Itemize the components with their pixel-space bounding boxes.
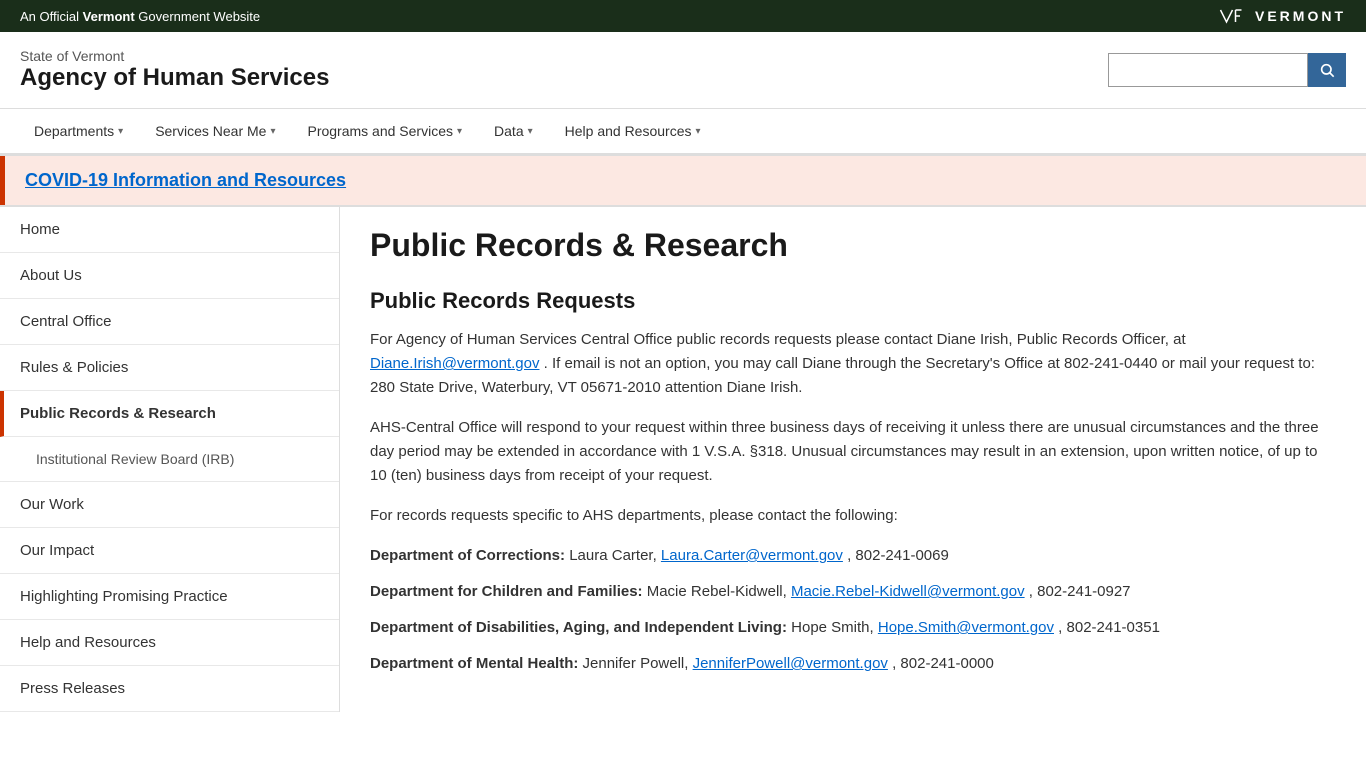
agency-name: Agency of Human Services: [20, 64, 329, 92]
para-2: AHS-Central Office will respond to your …: [370, 416, 1336, 488]
section-heading-public-records: Public Records Requests: [370, 288, 1336, 314]
sidebar-item-public-records[interactable]: Public Records & Research: [0, 391, 339, 437]
sidebar: Home About Us Central Office Rules & Pol…: [0, 207, 340, 712]
site-title: State of Vermont Agency of Human Service…: [20, 48, 329, 92]
nav-departments[interactable]: Departments ▾: [20, 109, 137, 153]
main-nav: Departments ▾ Services Near Me ▾ Program…: [0, 109, 1366, 156]
sidebar-item-press-releases[interactable]: Press Releases: [0, 666, 339, 712]
covid-banner-link[interactable]: COVID-19 Information and Resources: [25, 170, 346, 190]
vermont-logo: VERMONT: [1219, 6, 1346, 26]
state-label: State of Vermont: [20, 48, 329, 64]
chevron-down-icon: ▾: [528, 126, 533, 137]
search-form: [1108, 53, 1346, 87]
dept-disabilities-aging: Department of Disabilities, Aging, and I…: [370, 616, 1336, 640]
search-button[interactable]: [1308, 53, 1346, 87]
chevron-down-icon: ▾: [457, 126, 462, 137]
email-dail[interactable]: Hope.Smith@vermont.gov: [878, 619, 1054, 636]
sidebar-item-our-impact[interactable]: Our Impact: [0, 528, 339, 574]
sidebar-item-rules-policies[interactable]: Rules & Policies: [0, 345, 339, 391]
sidebar-item-central-office[interactable]: Central Office: [0, 299, 339, 345]
email-diane-irish[interactable]: Diane.Irish@vermont.gov: [370, 355, 539, 372]
sidebar-item-highlighting[interactable]: Highlighting Promising Practice: [0, 574, 339, 620]
email-dmh[interactable]: JenniferPowell@vermont.gov: [693, 655, 888, 672]
dept-corrections: Department of Corrections: Laura Carter,…: [370, 544, 1336, 568]
vt-logo-icon: [1219, 6, 1249, 26]
top-bar: An Official Vermont Government Website V…: [0, 0, 1366, 32]
para-3: For records requests specific to AHS dep…: [370, 504, 1336, 528]
sidebar-item-irb[interactable]: Institutional Review Board (IRB): [0, 437, 339, 482]
email-dcf[interactable]: Macie.Rebel-Kidwell@vermont.gov: [791, 583, 1025, 600]
official-text: An Official Vermont Government Website: [20, 9, 260, 24]
covid-banner-wrapper: COVID-19 Information and Resources: [0, 156, 1366, 206]
page-title: Public Records & Research: [370, 227, 1336, 264]
sidebar-item-help-resources[interactable]: Help and Resources: [0, 620, 339, 666]
nav-help-resources[interactable]: Help and Resources ▾: [551, 109, 715, 153]
nav-programs-services[interactable]: Programs and Services ▾: [293, 109, 476, 153]
covid-banner: COVID-19 Information and Resources: [0, 156, 1366, 205]
dept-children-families: Department for Children and Families: Ma…: [370, 580, 1336, 604]
sidebar-item-our-work[interactable]: Our Work: [0, 482, 339, 528]
chevron-down-icon: ▾: [118, 126, 123, 137]
sidebar-item-about-us[interactable]: About Us: [0, 253, 339, 299]
main-container: Home About Us Central Office Rules & Pol…: [0, 206, 1366, 712]
para-1: For Agency of Human Services Central Off…: [370, 328, 1336, 400]
nav-data[interactable]: Data ▾: [480, 109, 547, 153]
chevron-down-icon: ▾: [696, 126, 701, 137]
sidebar-item-home[interactable]: Home: [0, 207, 339, 253]
email-corrections[interactable]: Laura.Carter@vermont.gov: [661, 547, 843, 564]
main-content: Public Records & Research Public Records…: [340, 207, 1366, 712]
chevron-down-icon: ▾: [270, 126, 275, 137]
search-input[interactable]: [1108, 53, 1308, 87]
nav-services-near-me[interactable]: Services Near Me ▾: [141, 109, 289, 153]
site-header: State of Vermont Agency of Human Service…: [0, 32, 1366, 109]
search-icon: [1319, 62, 1335, 78]
dept-mental-health: Department of Mental Health: Jennifer Po…: [370, 652, 1336, 676]
